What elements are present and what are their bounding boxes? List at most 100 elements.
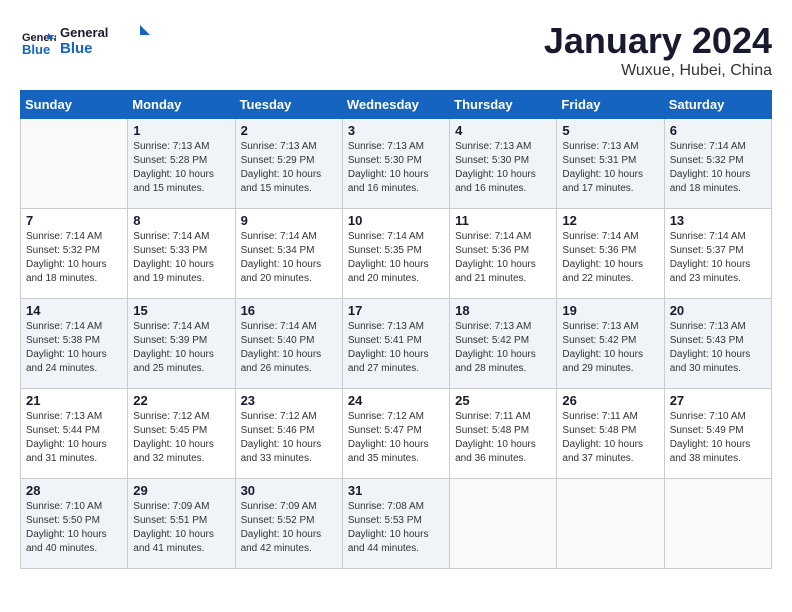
calendar-week-row: 28 Sunrise: 7:10 AM Sunset: 5:50 PM Dayli… bbox=[21, 479, 772, 569]
calendar-cell: 15 Sunrise: 7:14 AM Sunset: 5:39 PM Dayli… bbox=[128, 299, 235, 389]
calendar-cell: 2 Sunrise: 7:13 AM Sunset: 5:29 PM Daylig… bbox=[235, 119, 342, 209]
calendar-cell: 18 Sunrise: 7:13 AM Sunset: 5:42 PM Dayli… bbox=[450, 299, 557, 389]
calendar-cell: 31 Sunrise: 7:08 AM Sunset: 5:53 PM Dayli… bbox=[342, 479, 449, 569]
day-info: Sunrise: 7:14 AM Sunset: 5:40 PM Dayligh… bbox=[241, 320, 337, 376]
day-number: 3 bbox=[348, 123, 444, 138]
calendar-cell: 26 Sunrise: 7:11 AM Sunset: 5:48 PM Dayli… bbox=[557, 389, 664, 479]
day-info: Sunrise: 7:14 AM Sunset: 5:36 PM Dayligh… bbox=[455, 230, 551, 286]
calendar-cell bbox=[664, 479, 771, 569]
day-number: 24 bbox=[348, 393, 444, 408]
calendar-cell: 19 Sunrise: 7:13 AM Sunset: 5:42 PM Dayli… bbox=[557, 299, 664, 389]
calendar-cell: 20Sunrise: 7:13 AM Sunset: 5:43 PM Dayli… bbox=[664, 299, 771, 389]
day-info: Sunrise: 7:10 AM Sunset: 5:49 PM Dayligh… bbox=[670, 410, 766, 466]
calendar-cell: 14 Sunrise: 7:14 AM Sunset: 5:38 PM Dayli… bbox=[21, 299, 128, 389]
page-header: General Blue General Blue January 2024 W… bbox=[20, 20, 772, 80]
day-info: Sunrise: 7:14 AM Sunset: 5:34 PM Dayligh… bbox=[241, 230, 337, 286]
day-number: 30 bbox=[241, 483, 337, 498]
day-info: Sunrise: 7:13 AM Sunset: 5:29 PM Dayligh… bbox=[241, 140, 337, 196]
day-info: Sunrise: 7:13 AM Sunset: 5:44 PM Dayligh… bbox=[26, 410, 122, 466]
logo-icon: General Blue bbox=[20, 25, 56, 61]
day-info: Sunrise: 7:13 AM Sunset: 5:42 PM Dayligh… bbox=[455, 320, 551, 376]
calendar-cell: 28 Sunrise: 7:10 AM Sunset: 5:50 PM Dayli… bbox=[21, 479, 128, 569]
svg-text:Blue: Blue bbox=[22, 42, 50, 57]
day-number: 9 bbox=[241, 213, 337, 228]
day-info: Sunrise: 7:12 AM Sunset: 5:46 PM Dayligh… bbox=[241, 410, 337, 466]
day-number: 1 bbox=[133, 123, 229, 138]
calendar-cell: 9 Sunrise: 7:14 AM Sunset: 5:34 PM Daylig… bbox=[235, 209, 342, 299]
day-info: Sunrise: 7:14 AM Sunset: 5:33 PM Dayligh… bbox=[133, 230, 229, 286]
calendar-cell: 1 Sunrise: 7:13 AM Sunset: 5:28 PM Daylig… bbox=[128, 119, 235, 209]
day-number: 15 bbox=[133, 303, 229, 318]
day-number: 19 bbox=[562, 303, 658, 318]
day-number: 28 bbox=[26, 483, 122, 498]
weekday-header-saturday: Saturday bbox=[664, 91, 771, 119]
day-number: 25 bbox=[455, 393, 551, 408]
svg-text:Blue: Blue bbox=[60, 40, 93, 57]
calendar-cell: 5Sunrise: 7:13 AM Sunset: 5:31 PM Daylig… bbox=[557, 119, 664, 209]
calendar-table: SundayMondayTuesdayWednesdayThursdayFrid… bbox=[20, 90, 772, 569]
calendar-cell: 16Sunrise: 7:14 AM Sunset: 5:40 PM Dayli… bbox=[235, 299, 342, 389]
calendar-cell bbox=[557, 479, 664, 569]
calendar-cell: 29Sunrise: 7:09 AM Sunset: 5:51 PM Dayli… bbox=[128, 479, 235, 569]
month-title: January 2024 bbox=[544, 20, 772, 62]
day-info: Sunrise: 7:13 AM Sunset: 5:43 PM Dayligh… bbox=[670, 320, 766, 376]
calendar-cell: 21 Sunrise: 7:13 AM Sunset: 5:44 PM Dayli… bbox=[21, 389, 128, 479]
day-info: Sunrise: 7:14 AM Sunset: 5:35 PM Dayligh… bbox=[348, 230, 444, 286]
day-info: Sunrise: 7:13 AM Sunset: 5:28 PM Dayligh… bbox=[133, 140, 229, 196]
calendar-cell: 4 Sunrise: 7:13 AM Sunset: 5:30 PM Daylig… bbox=[450, 119, 557, 209]
logo-svg: General Blue bbox=[60, 20, 150, 60]
weekday-header-tuesday: Tuesday bbox=[235, 91, 342, 119]
calendar-cell bbox=[450, 479, 557, 569]
day-info: Sunrise: 7:10 AM Sunset: 5:50 PM Dayligh… bbox=[26, 500, 122, 556]
day-number: 11 bbox=[455, 213, 551, 228]
calendar-cell: 3 Sunrise: 7:13 AM Sunset: 5:30 PM Daylig… bbox=[342, 119, 449, 209]
day-number: 8 bbox=[133, 213, 229, 228]
day-number: 12 bbox=[562, 213, 658, 228]
day-number: 22 bbox=[133, 393, 229, 408]
calendar-cell: 27 Sunrise: 7:10 AM Sunset: 5:49 PM Dayli… bbox=[664, 389, 771, 479]
day-info: Sunrise: 7:14 AM Sunset: 5:38 PM Dayligh… bbox=[26, 320, 122, 376]
calendar-cell: 8 Sunrise: 7:14 AM Sunset: 5:33 PM Daylig… bbox=[128, 209, 235, 299]
day-number: 13 bbox=[670, 213, 766, 228]
day-info: Sunrise: 7:08 AM Sunset: 5:53 PM Dayligh… bbox=[348, 500, 444, 556]
day-number: 18 bbox=[455, 303, 551, 318]
day-info: Sunrise: 7:14 AM Sunset: 5:39 PM Dayligh… bbox=[133, 320, 229, 376]
day-number: 23 bbox=[241, 393, 337, 408]
day-number: 17 bbox=[348, 303, 444, 318]
calendar-week-row: 1 Sunrise: 7:13 AM Sunset: 5:28 PM Daylig… bbox=[21, 119, 772, 209]
day-info: Sunrise: 7:13 AM Sunset: 5:30 PM Dayligh… bbox=[348, 140, 444, 196]
calendar-cell: 11 Sunrise: 7:14 AM Sunset: 5:36 PM Dayli… bbox=[450, 209, 557, 299]
title-block: January 2024 Wuxue, Hubei, China bbox=[544, 20, 772, 80]
calendar-cell: 25 Sunrise: 7:11 AM Sunset: 5:48 PM Dayli… bbox=[450, 389, 557, 479]
day-info: Sunrise: 7:11 AM Sunset: 5:48 PM Dayligh… bbox=[455, 410, 551, 466]
day-number: 26 bbox=[562, 393, 658, 408]
calendar-cell: 6Sunrise: 7:14 AM Sunset: 5:32 PM Daylig… bbox=[664, 119, 771, 209]
day-number: 2 bbox=[241, 123, 337, 138]
logo: General Blue General Blue bbox=[20, 20, 150, 65]
day-info: Sunrise: 7:14 AM Sunset: 5:36 PM Dayligh… bbox=[562, 230, 658, 286]
day-number: 31 bbox=[348, 483, 444, 498]
calendar-cell: 24 Sunrise: 7:12 AM Sunset: 5:47 PM Dayli… bbox=[342, 389, 449, 479]
day-info: Sunrise: 7:09 AM Sunset: 5:51 PM Dayligh… bbox=[133, 500, 229, 556]
day-info: Sunrise: 7:13 AM Sunset: 5:31 PM Dayligh… bbox=[562, 140, 658, 196]
day-info: Sunrise: 7:12 AM Sunset: 5:47 PM Dayligh… bbox=[348, 410, 444, 466]
day-number: 14 bbox=[26, 303, 122, 318]
calendar-cell: 22Sunrise: 7:12 AM Sunset: 5:45 PM Dayli… bbox=[128, 389, 235, 479]
weekday-header-friday: Friday bbox=[557, 91, 664, 119]
day-info: Sunrise: 7:13 AM Sunset: 5:30 PM Dayligh… bbox=[455, 140, 551, 196]
day-info: Sunrise: 7:11 AM Sunset: 5:48 PM Dayligh… bbox=[562, 410, 658, 466]
day-number: 27 bbox=[670, 393, 766, 408]
weekday-header-sunday: Sunday bbox=[21, 91, 128, 119]
day-number: 21 bbox=[26, 393, 122, 408]
weekday-header-thursday: Thursday bbox=[450, 91, 557, 119]
calendar-cell: 23 Sunrise: 7:12 AM Sunset: 5:46 PM Dayli… bbox=[235, 389, 342, 479]
calendar-week-row: 7Sunrise: 7:14 AM Sunset: 5:32 PM Daylig… bbox=[21, 209, 772, 299]
calendar-cell: 17Sunrise: 7:13 AM Sunset: 5:41 PM Dayli… bbox=[342, 299, 449, 389]
calendar-cell: 30Sunrise: 7:09 AM Sunset: 5:52 PM Dayli… bbox=[235, 479, 342, 569]
location: Wuxue, Hubei, China bbox=[544, 62, 772, 80]
day-info: Sunrise: 7:13 AM Sunset: 5:42 PM Dayligh… bbox=[562, 320, 658, 376]
calendar-cell: 10Sunrise: 7:14 AM Sunset: 5:35 PM Dayli… bbox=[342, 209, 449, 299]
calendar-cell: 12 Sunrise: 7:14 AM Sunset: 5:36 PM Dayli… bbox=[557, 209, 664, 299]
day-number: 4 bbox=[455, 123, 551, 138]
weekday-header-monday: Monday bbox=[128, 91, 235, 119]
